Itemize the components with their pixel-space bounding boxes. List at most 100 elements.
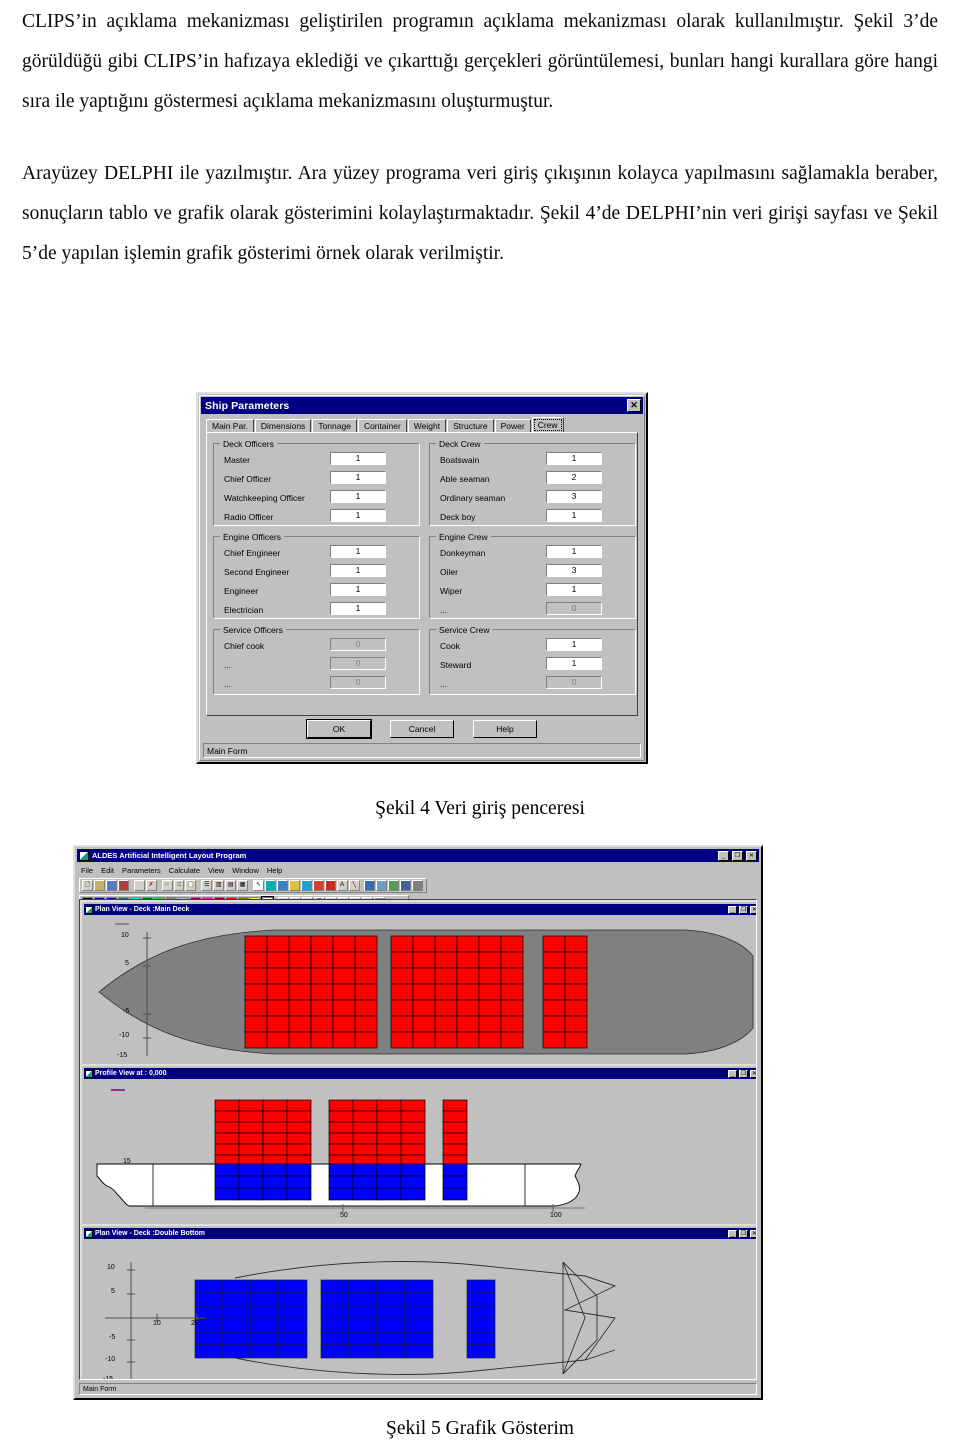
bulkhead-icon[interactable] — [312, 880, 324, 891]
profile-view-titlebar[interactable]: Profile View at : 0,000 _ ❐ ✕ — [84, 1068, 756, 1079]
y-tick-neg15: -15 — [103, 1376, 114, 1380]
input-oiler[interactable]: 3 — [545, 563, 603, 578]
plan-double-bottom-canvas[interactable]: 10 5 -5 -10 -15 10 20 — [85, 1240, 756, 1380]
input-electrician[interactable]: 1 — [329, 601, 387, 616]
save-all-icon[interactable] — [117, 880, 129, 891]
plan-double-bottom-title: Plan View - Deck :Double Bottom — [95, 1230, 205, 1237]
align-left-icon[interactable]: ▤ — [225, 880, 237, 891]
input-service-officer-2[interactable]: 0 — [329, 656, 387, 671]
input-engine-crew-4[interactable]: 0 — [545, 601, 603, 616]
input-donkeyman[interactable]: 1 — [545, 544, 603, 559]
render-icon[interactable] — [388, 880, 400, 891]
input-watchkeeping-officer[interactable]: 1 — [329, 489, 387, 504]
input-deck-boy[interactable]: 1 — [545, 508, 603, 523]
aldes-titlebar[interactable]: ALDES Artificial Intelligent Layout Prog… — [77, 849, 759, 862]
input-wiper[interactable]: 1 — [545, 582, 603, 597]
plan-double-bottom-titlebar[interactable]: Plan View - Deck :Double Bottom _ ❐ ✕ — [84, 1228, 756, 1239]
help-button[interactable]: Help — [473, 720, 537, 738]
ship-parameters-dialog[interactable]: Ship Parameters ✕ Main Par. Dimensions T… — [196, 392, 648, 764]
tab-weight[interactable]: Weight — [407, 419, 447, 433]
tank-icon[interactable] — [288, 880, 300, 891]
zoom-icon[interactable] — [364, 880, 376, 891]
tab-container[interactable]: Container — [357, 419, 407, 433]
menu-window[interactable]: Window — [232, 866, 259, 875]
input-chief-cook[interactable]: 0 — [329, 637, 387, 652]
aldes-main-window[interactable]: ALDES Artificial Intelligent Layout Prog… — [73, 845, 763, 1400]
align-rows-icon[interactable]: ☰ — [201, 880, 213, 891]
input-chief-engineer[interactable]: 1 — [329, 544, 387, 559]
ship-dialog-titlebar[interactable]: Ship Parameters ✕ — [201, 397, 643, 414]
profile-view-canvas[interactable]: 15 50 100 — [85, 1080, 756, 1221]
print-icon[interactable] — [133, 880, 145, 891]
deck-icon[interactable] — [276, 880, 288, 891]
hull-icon[interactable] — [300, 880, 312, 891]
block-icon[interactable] — [324, 880, 336, 891]
new-file-icon[interactable]: 🗋 — [82, 880, 93, 891]
group-engine-crew: Engine Crew Donkeyman 1 Oiler 3 Wiper 1 … — [429, 532, 636, 619]
input-service-officer-3[interactable]: 0 — [329, 675, 387, 690]
tab-dimensions[interactable]: Dimensions — [254, 419, 312, 433]
input-chief-officer[interactable]: 1 — [329, 470, 387, 485]
input-radio-officer[interactable]: 1 — [329, 508, 387, 523]
minimize-icon[interactable]: _ — [728, 1229, 737, 1238]
restore-icon[interactable]: ❐ — [739, 1069, 748, 1078]
restore-icon[interactable]: ❐ — [739, 905, 748, 914]
container-icon[interactable] — [265, 880, 276, 891]
input-able-seaman[interactable]: 2 — [545, 470, 603, 485]
aldes-menubar[interactable]: File Edit Parameters Calculate View Wind… — [78, 864, 282, 877]
input-master[interactable]: 1 — [329, 451, 387, 466]
y-tick-5: 5 — [125, 960, 129, 967]
restore-icon[interactable]: ❐ — [732, 850, 743, 861]
group-service-officers: Service Officers Chief cook 0 ... 0 ... … — [213, 625, 420, 695]
cut-icon: ✂ — [161, 880, 173, 891]
tab-structure[interactable]: Structure — [447, 419, 494, 433]
input-ordinary-seaman[interactable]: 3 — [545, 489, 603, 504]
close-icon[interactable]: ✕ — [750, 905, 756, 914]
open-folder-icon[interactable] — [93, 880, 105, 891]
tab-power[interactable]: Power — [494, 419, 531, 433]
menu-parameters[interactable]: Parameters — [122, 866, 161, 875]
text-icon[interactable]: A — [336, 880, 348, 891]
ok-button[interactable]: OK — [307, 720, 371, 738]
input-engineer[interactable]: 1 — [329, 582, 387, 597]
main-toolbar[interactable]: 🗋 ✗ ✂ ⧉ 📋 ☰ ▥ ▤ ▦ ↖ A ╲ — [79, 878, 427, 893]
tab-main-par[interactable]: Main Par. — [206, 419, 254, 433]
close-icon[interactable]: ✕ — [750, 1069, 756, 1078]
cancel-button[interactable]: Cancel — [390, 720, 454, 738]
menu-view[interactable]: View — [208, 866, 224, 875]
group-deck-officers-label: Deck Officers — [220, 439, 277, 449]
input-service-crew-3[interactable]: 0 — [545, 675, 603, 690]
minimize-icon[interactable]: _ — [728, 1069, 737, 1078]
mdi-window-profile-view[interactable]: Profile View at : 0,000 _ ❐ ✕ 15 50 100 — [80, 1064, 756, 1226]
menu-help[interactable]: Help — [267, 866, 282, 875]
settings-icon[interactable] — [412, 880, 424, 891]
close-icon[interactable]: ✕ — [746, 850, 757, 861]
input-boatswain[interactable]: 1 — [545, 451, 603, 466]
align-right-icon[interactable]: ▦ — [237, 880, 249, 891]
align-columns-icon[interactable]: ▥ — [213, 880, 225, 891]
input-cook[interactable]: 1 — [545, 637, 603, 652]
view-3d-icon[interactable] — [400, 880, 412, 891]
line-icon[interactable]: ╲ — [348, 880, 360, 891]
select-arrow-icon[interactable]: ↖ — [253, 880, 264, 891]
minimize-icon[interactable]: _ — [718, 850, 729, 861]
tab-crew[interactable]: Crew — [531, 417, 564, 433]
restore-icon[interactable]: ❐ — [739, 1229, 748, 1238]
plan-main-deck-canvas[interactable]: 10 5 -5 -10 -15 — [85, 916, 756, 1061]
menu-edit[interactable]: Edit — [101, 866, 114, 875]
close-icon[interactable]: ✕ — [627, 399, 641, 412]
close-icon[interactable]: ✕ — [750, 1229, 756, 1238]
minimize-icon[interactable]: _ — [728, 905, 737, 914]
delete-icon[interactable]: ✗ — [145, 880, 157, 891]
tab-tonnage[interactable]: Tonnage — [312, 419, 357, 433]
pan-icon[interactable] — [376, 880, 388, 891]
input-second-engineer[interactable]: 1 — [329, 563, 387, 578]
menu-file[interactable]: File — [81, 866, 93, 875]
mdi-window-plan-double-bottom[interactable]: Plan View - Deck :Double Bottom _ ❐ ✕ 10… — [80, 1224, 756, 1380]
input-steward[interactable]: 1 — [545, 656, 603, 671]
ship-dialog-tabstrip[interactable]: Main Par. Dimensions Tonnage Container W… — [206, 417, 638, 433]
save-icon[interactable] — [105, 880, 117, 891]
menu-calculate[interactable]: Calculate — [169, 866, 200, 875]
plan-main-deck-titlebar[interactable]: Plan View - Deck :Main Deck _ ❐ ✕ — [84, 904, 756, 915]
mdi-window-plan-main-deck[interactable]: Plan View - Deck :Main Deck _ ❐ ✕ 10 5 -… — [80, 900, 756, 1066]
